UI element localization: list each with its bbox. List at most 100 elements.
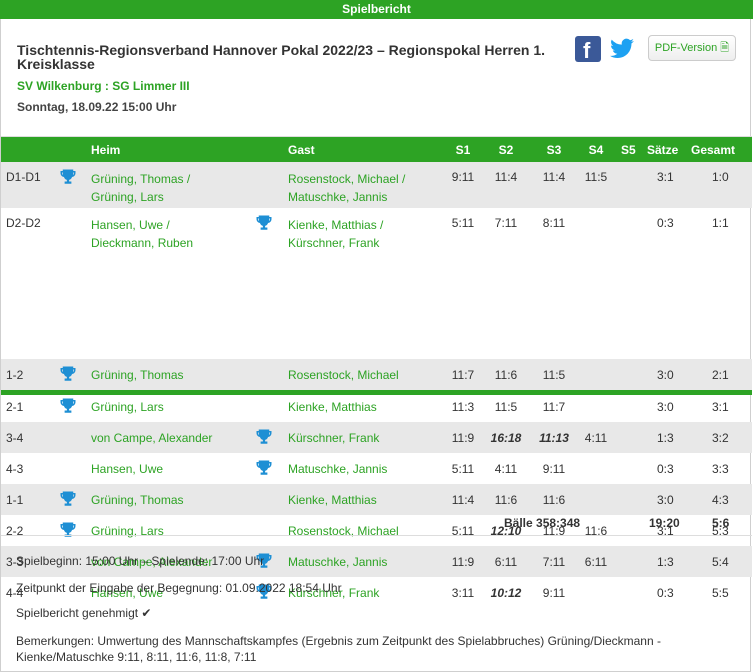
- row-position: 1-1: [6, 493, 24, 507]
- approval-label: Spielbericht genehmigt: [16, 606, 139, 620]
- report-title-bar: Spielbericht: [0, 0, 753, 19]
- guest-player-link[interactable]: Kürschner, Frank: [288, 431, 379, 445]
- set-score-s1: 11:9: [451, 555, 475, 569]
- guest-player-link[interactable]: Matuschke, Jannis: [288, 462, 387, 476]
- row-overall: 1:0: [712, 170, 729, 184]
- set-score-s2: 16:18: [490, 431, 522, 445]
- row-overall: 1:1: [712, 216, 729, 230]
- set-score-s1: 11:7: [451, 368, 475, 382]
- row-sets: 3:0: [657, 493, 674, 507]
- row-overall: 5:5: [712, 586, 729, 600]
- row-overall: 3:2: [712, 431, 729, 445]
- guest-player-link[interactable]: Rosenstock, Michael / Matuschke, Jannis: [288, 170, 405, 206]
- row-sets: 3:0: [657, 368, 674, 382]
- home-player-link[interactable]: Hansen, Uwe / Dieckmann, Ruben: [91, 216, 193, 252]
- guest-player-link[interactable]: Kienke, Matthias / Kürschner, Frank: [288, 216, 383, 252]
- row-sets: 1:3: [657, 555, 674, 569]
- row-sets: 3:1: [657, 170, 674, 184]
- guest-player-link[interactable]: Kienke, Matthias: [288, 493, 377, 507]
- guest-player-link[interactable]: Matuschke, Jannis: [288, 555, 387, 569]
- remarks: Bemerkungen: Umwertung des Mannschaftska…: [16, 634, 661, 664]
- pdf-file-icon: 🗎: [720, 42, 730, 54]
- row-sets: 3:0: [657, 400, 674, 414]
- row-overall: 2:1: [712, 368, 729, 382]
- trophy-icon: [59, 397, 77, 415]
- entry-timestamp: Zeitpunkt der Eingabe der Begegnung: 01.…: [16, 581, 342, 595]
- home-player-link[interactable]: Hansen, Uwe: [91, 462, 163, 476]
- row-overall: 5:4: [712, 555, 729, 569]
- doubles-singles-separator: [1, 390, 752, 395]
- pdf-version-button[interactable]: PDF-Version 🗎: [648, 35, 736, 61]
- totals-balls: Bälle 358:348: [504, 516, 581, 530]
- facebook-icon: f: [583, 38, 591, 63]
- set-score-s3: 11:13: [539, 431, 569, 445]
- twitter-share-button[interactable]: [608, 36, 636, 62]
- row-position: 2-1: [6, 400, 24, 414]
- col-s3: S3: [546, 143, 562, 157]
- set-score-s1: 5:11: [451, 216, 475, 230]
- set-score-s4: 6:11: [584, 555, 608, 569]
- set-score-s1: 9:11: [451, 170, 475, 184]
- table-row: 1-2 Grüning, Thomas Rosenstock, Michael 11:…: [1, 359, 752, 390]
- set-score-s1: 11:9: [451, 431, 475, 445]
- set-score-s1: 3:11: [451, 586, 475, 600]
- row-position: 1-2: [6, 368, 24, 382]
- facebook-share-button[interactable]: f: [575, 36, 601, 63]
- set-score-s2: 11:6: [494, 493, 518, 507]
- row-sets: 1:3: [657, 431, 674, 445]
- trophy-icon: [59, 490, 77, 508]
- home-player-link[interactable]: Grüning, Thomas / Grüning, Lars: [91, 170, 190, 206]
- col-s4: S4: [588, 143, 604, 157]
- home-player-link[interactable]: Grüning, Thomas: [91, 493, 184, 507]
- totals-sets: 19:20: [649, 516, 680, 530]
- page-title: Tischtennis-Regionsverband Hannover Poka…: [17, 42, 546, 72]
- match-teams-link[interactable]: SV Wilkenburg : SG Limmer III: [17, 79, 190, 93]
- set-score-s2: 10:12: [490, 586, 522, 600]
- set-score-s3: 9:11: [542, 462, 566, 476]
- table-row: 2-1 Grüning, Lars Kienke, Matthias 11:3 11:5…: [1, 391, 752, 422]
- table-row: 4-3 Hansen, Uwe Matuschke, Jannis 5:11 4:11 9…: [1, 453, 752, 484]
- row-position: D2-D2: [6, 216, 41, 230]
- row-position: D1-D1: [6, 170, 41, 184]
- trophy-icon: [255, 214, 273, 232]
- set-score-s2: 4:11: [494, 462, 518, 476]
- set-score-s2: 11:5: [494, 400, 518, 414]
- set-score-s4: 11:5: [584, 170, 608, 184]
- table-header: Heim Gast S1 S2 S3 S4 S5 Sätze Gesamt: [1, 136, 752, 163]
- set-score-s2: 11:4: [494, 170, 518, 184]
- set-score-s4: 4:11: [584, 431, 608, 445]
- set-score-s2: 11:6: [494, 368, 518, 382]
- checkmark-icon: ✔: [141, 606, 152, 620]
- set-score-s1: 11:4: [451, 493, 475, 507]
- col-heim: Heim: [91, 143, 121, 157]
- row-position: 3-4: [6, 431, 24, 445]
- set-score-s3: 11:4: [542, 170, 566, 184]
- trophy-icon: [255, 428, 273, 446]
- trophy-icon: [59, 168, 77, 186]
- col-gast: Gast: [288, 143, 315, 157]
- guest-player-link[interactable]: Kienke, Matthias: [288, 400, 377, 414]
- totals-overall: 5:6: [712, 516, 730, 530]
- set-score-s1: 5:11: [451, 462, 475, 476]
- match-date: Sonntag, 18.09.22 15:00 Uhr: [17, 100, 177, 114]
- set-score-s2: 7:11: [494, 216, 518, 230]
- row-overall: 3:1: [712, 400, 729, 414]
- approval-status: Spielbericht genehmigt ✔: [16, 606, 151, 620]
- set-score-s3: 7:11: [542, 555, 566, 569]
- set-score-s3: 11:5: [542, 368, 566, 382]
- col-s2: S2: [498, 143, 514, 157]
- totals-row: Bälle 358:348 19:20 5:6: [1, 508, 752, 534]
- trophy-icon: [59, 365, 77, 383]
- set-score-s3: 11:7: [542, 400, 566, 414]
- row-overall: 3:3: [712, 462, 729, 476]
- table-row: D1-D1 Grüning, Thomas / Grüning, Lars Rosen…: [1, 162, 752, 208]
- col-s5: S5: [621, 143, 636, 157]
- home-player-link[interactable]: Grüning, Lars: [91, 400, 164, 414]
- row-position: 4-3: [6, 462, 24, 476]
- home-player-link[interactable]: von Campe, Alexander: [91, 431, 212, 445]
- set-score-s1: 11:3: [451, 400, 475, 414]
- home-player-link[interactable]: Grüning, Thomas: [91, 368, 184, 382]
- row-sets: 0:3: [657, 586, 674, 600]
- guest-player-link[interactable]: Rosenstock, Michael: [288, 368, 399, 382]
- set-score-s2: 6:11: [494, 555, 518, 569]
